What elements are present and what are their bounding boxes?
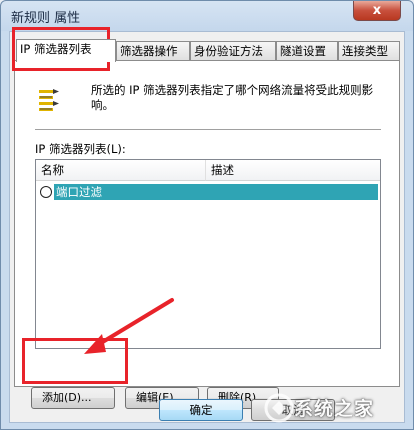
ok-button[interactable]: 确定 — [159, 399, 243, 421]
tab-auth-methods[interactable]: 身份验证方法 — [190, 41, 276, 61]
radio-icon[interactable] — [40, 186, 52, 198]
add-button[interactable]: 添加(D)... — [31, 387, 115, 409]
watermark-logo-icon — [264, 393, 294, 423]
window-title: 新规则 属性 — [11, 11, 81, 26]
tab-strip: IP 筛选器列表 筛选器操作 身份验证方法 隧道设置 连接类型 — [14, 39, 404, 62]
table-row[interactable]: 端口过滤 — [38, 184, 378, 200]
tab-filter-action[interactable]: 筛选器操作 — [116, 41, 190, 61]
tab-connection-type[interactable]: 连接类型 — [338, 41, 400, 61]
close-button[interactable]: x — [353, 1, 401, 21]
description-text: 所选的 IP 筛选器列表指定了哪个网络流量将受此规则影响。 — [91, 83, 374, 112]
close-icon: x — [372, 3, 382, 18]
watermark-text: 系统之家 — [294, 398, 375, 420]
tab-ip-filter-list[interactable]: IP 筛选器列表 — [16, 39, 116, 62]
filter-list-label: IP 筛选器列表(L): — [35, 142, 126, 156]
column-header-description[interactable]: 描述 — [206, 160, 380, 181]
separator — [35, 129, 381, 131]
watermark: 系统之家 — [262, 388, 412, 428]
column-header-name[interactable]: 名称 — [36, 160, 206, 181]
annotation-box-add — [22, 338, 128, 384]
tab-tunnel-settings[interactable]: 隧道设置 — [276, 41, 338, 61]
filter-list-view[interactable]: 名称 描述 端口过滤 — [35, 159, 381, 349]
row-name: 端口过滤 — [54, 184, 378, 200]
filter-list-icon — [39, 89, 59, 111]
